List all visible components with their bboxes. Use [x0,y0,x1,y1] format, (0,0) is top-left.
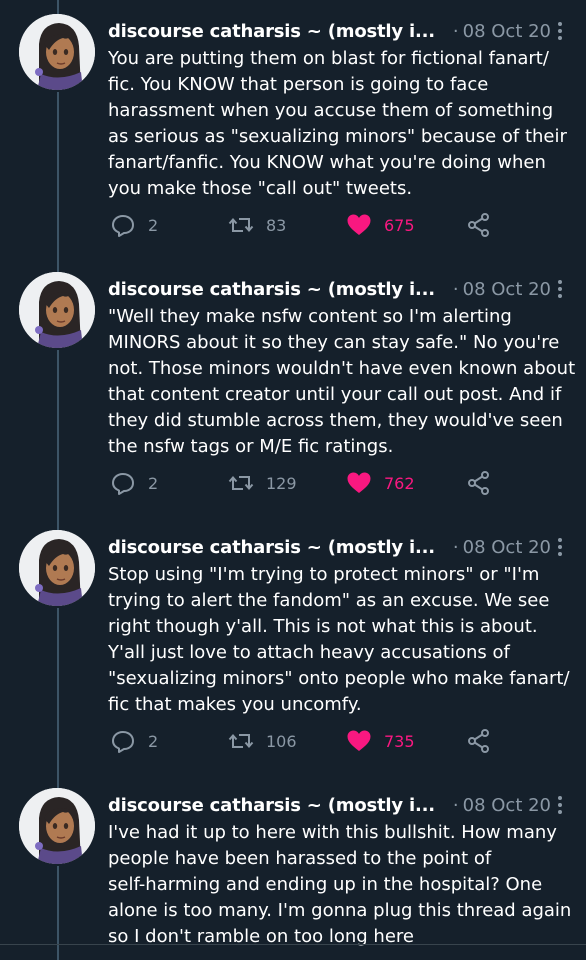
tweet-text: "Well they make nsfw content so I'm aler… [108,306,576,457]
reply-count: 2 [148,215,159,235]
retweet-icon [228,470,254,496]
tweet[interactable]: discourse catharsis ~ (mostly i... · 08 … [0,526,586,776]
tweet-text: I've had it up to here with this bullshi… [108,822,572,947]
action-bar: 2 106 735 [108,727,578,755]
retweet-count: 129 [266,473,297,493]
divider [0,944,586,945]
avatar[interactable] [19,530,95,606]
like-count: 735 [384,731,415,751]
author-name[interactable]: discourse catharsis ~ (mostly i... [108,279,435,300]
share-button[interactable] [466,469,492,497]
avatar[interactable] [19,788,95,864]
avatar[interactable] [19,14,95,90]
tweet-header: discourse catharsis ~ (mostly i... · 08 … [108,18,570,44]
share-icon [466,728,492,754]
reply-count: 2 [148,731,159,751]
tweet[interactable]: discourse catharsis ~ (mostly i... · 08 … [0,784,586,947]
tweet-date[interactable]: 08 Oct 20 [463,21,551,42]
share-icon [466,470,492,496]
author-name[interactable]: discourse catharsis ~ (mostly i... [108,21,435,42]
share-icon [466,212,492,238]
like-button[interactable]: 762 [346,469,415,497]
reply-icon [110,470,136,496]
tweet-date[interactable]: 08 Oct 20 [463,795,551,816]
avatar[interactable] [19,272,95,348]
tweet-text: You are putting them on blast for fictio… [108,48,567,199]
like-button[interactable]: 675 [346,211,415,239]
reply-button[interactable]: 2 [110,211,158,239]
share-button[interactable] [466,211,492,239]
separator-dot: · [452,794,459,816]
retweet-button[interactable]: 106 [228,727,297,755]
tweet[interactable]: discourse catharsis ~ (mostly i... · 08 … [0,268,586,518]
retweet-icon [228,212,254,238]
separator-dot: · [452,20,459,42]
like-button[interactable]: 735 [346,727,415,755]
retweet-icon [228,728,254,754]
action-bar: 2 83 675 [108,211,578,239]
tweet-header: discourse catharsis ~ (mostly i... · 08 … [108,276,570,302]
like-count: 762 [384,473,415,493]
retweet-count: 106 [266,731,297,751]
tweet[interactable]: discourse catharsis ~ (mostly i... · 08 … [0,10,586,260]
retweet-count: 83 [266,215,287,235]
author-name[interactable]: discourse catharsis ~ (mostly i... [108,795,435,816]
separator-dot: · [452,536,459,558]
share-button[interactable] [466,727,492,755]
reply-count: 2 [148,473,159,493]
more-options-icon[interactable] [556,20,564,42]
tweet-date[interactable]: 08 Oct 20 [463,537,551,558]
heart-icon [346,470,372,496]
retweet-button[interactable]: 83 [228,211,286,239]
reply-button[interactable]: 2 [110,469,158,497]
more-options-icon[interactable] [556,278,564,300]
reply-button[interactable]: 2 [110,727,158,755]
like-count: 675 [384,215,415,235]
reply-icon [110,728,136,754]
tweet-date[interactable]: 08 Oct 20 [463,279,551,300]
retweet-button[interactable]: 129 [228,469,297,497]
tweet-header: discourse catharsis ~ (mostly i... · 08 … [108,534,570,560]
more-options-icon[interactable] [556,794,564,816]
tweet-text: Stop using "I'm trying to protect minors… [108,564,570,715]
action-bar: 2 129 762 [108,469,578,497]
separator-dot: · [452,278,459,300]
author-name[interactable]: discourse catharsis ~ (mostly i... [108,537,435,558]
more-options-icon[interactable] [556,536,564,558]
heart-icon [346,728,372,754]
tweet-header: discourse catharsis ~ (mostly i... · 08 … [108,792,570,818]
reply-icon [110,212,136,238]
heart-icon [346,212,372,238]
